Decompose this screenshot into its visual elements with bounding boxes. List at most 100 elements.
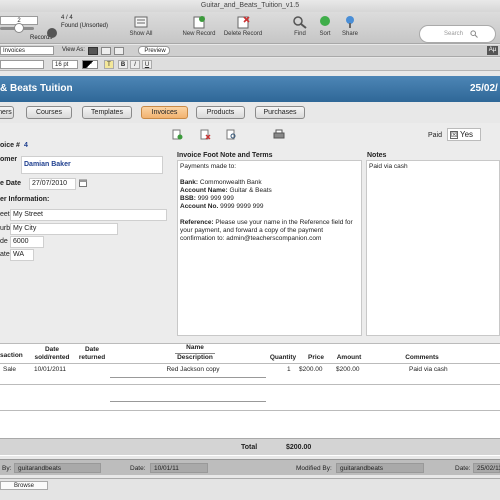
- search-input[interactable]: Search: [419, 25, 496, 43]
- search-icon: [470, 30, 478, 38]
- new-record-label: New Record: [182, 31, 216, 37]
- invoice-date-field[interactable]: 27/07/2010: [29, 178, 76, 190]
- state-label: ate: [0, 251, 10, 258]
- find-button[interactable]: Find: [290, 15, 310, 37]
- footnote-line: Payments made to:: [180, 163, 236, 170]
- paid-field: ☒ Yes: [447, 128, 481, 141]
- created-by-field: guitarandbeats: [14, 463, 101, 473]
- notes-title: Notes: [367, 152, 387, 159]
- view-form-icon[interactable]: [88, 47, 98, 55]
- show-all-button[interactable]: Show All: [126, 15, 156, 37]
- tab-customers[interactable]: mers: [0, 106, 14, 119]
- view-list-icon[interactable]: [101, 47, 111, 55]
- notes-field[interactable]: Paid via cash: [366, 160, 500, 336]
- footnote-panel[interactable]: Payments made to: Bank: Commonwealth Ban…: [177, 160, 362, 336]
- magnifier-icon: [293, 16, 307, 29]
- italic-button[interactable]: I: [130, 60, 140, 69]
- view-as-label: View As:: [62, 47, 85, 53]
- postcode-label: de: [0, 238, 8, 245]
- find-label: Find: [294, 31, 306, 37]
- preview-button[interactable]: Preview: [138, 46, 170, 55]
- delete-record-icon: [237, 16, 250, 29]
- col-header-date-returned: Date returned: [78, 346, 106, 361]
- text-color-swatch[interactable]: [82, 60, 98, 69]
- row-date-sold: 10/01/2011: [34, 366, 67, 373]
- invoice-number: 4: [24, 142, 28, 149]
- paid-checkbox[interactable]: ☒: [450, 131, 458, 139]
- record-slider-knob[interactable]: [14, 23, 24, 33]
- footnote-line: Reference: Please use your name in the R…: [180, 219, 353, 226]
- sort-label: Sort: [319, 31, 331, 37]
- paid-value: Yes: [460, 130, 474, 139]
- sort-button[interactable]: Sort: [316, 15, 334, 37]
- view-table-icon[interactable]: [114, 47, 124, 55]
- row-description: Red Jackson copy: [166, 366, 220, 373]
- share-icon: [346, 16, 354, 28]
- row-price: $200.00: [299, 366, 323, 373]
- print-icon[interactable]: [273, 129, 285, 140]
- state-field[interactable]: WA: [10, 249, 34, 261]
- created-date-field: 10/01/11: [150, 463, 208, 473]
- date-label: e Date: [0, 180, 22, 187]
- total-label: Total: [241, 444, 258, 451]
- tab-purchases[interactable]: Purchases: [255, 106, 305, 119]
- font-size-select[interactable]: 16 pt: [52, 60, 78, 69]
- tab-products[interactable]: Products: [196, 106, 245, 119]
- bold-button[interactable]: B: [118, 60, 128, 69]
- total-value: $200.00: [286, 444, 312, 451]
- col-header-description: Description: [177, 354, 213, 361]
- delete-line-icon[interactable]: [200, 129, 211, 140]
- show-all-label: Show All: [129, 31, 153, 37]
- col-header-amount: Amount: [336, 354, 362, 361]
- found-status: Found (Unsorted): [61, 23, 109, 29]
- tab-courses[interactable]: Courses: [26, 106, 72, 119]
- share-label: Share: [341, 31, 358, 37]
- tab-templates[interactable]: Templates: [82, 106, 132, 119]
- calendar-icon[interactable]: [79, 179, 87, 187]
- invoice-form: oice # 4 omer Damian Baker e Date 27/07/…: [0, 123, 500, 343]
- created-date-label: Date:: [130, 465, 146, 472]
- layout-select[interactable]: Invoices: [0, 46, 54, 55]
- row-quantity: 1: [287, 366, 291, 373]
- mode-select[interactable]: Browse: [0, 481, 48, 490]
- share-button[interactable]: Share: [340, 15, 360, 37]
- row-transaction: Sale: [3, 366, 17, 373]
- col-header-comments: Comments: [405, 354, 439, 361]
- row-amount: $200.00: [336, 366, 360, 373]
- add-line-icon[interactable]: [172, 129, 183, 140]
- street-field[interactable]: My Street: [10, 209, 167, 221]
- footnote-title: Invoice Foot Note and Terms: [177, 152, 273, 159]
- highlight-button[interactable]: T: [104, 60, 114, 69]
- col-header-date-sold: Date sold/rented: [34, 346, 70, 361]
- modified-date-label: Date:: [455, 465, 471, 472]
- sort-icon: [320, 16, 330, 26]
- layout-bar: Invoices View As: Preview Aµ: [0, 45, 500, 57]
- col-header-transaction: saction: [0, 352, 23, 359]
- customer-field[interactable]: Damian Baker: [21, 156, 163, 174]
- find-product-icon[interactable]: [226, 129, 237, 140]
- show-all-icon: [134, 16, 148, 28]
- delete-record-label: Delete Record: [223, 31, 263, 37]
- header-date: 25/02/: [470, 83, 498, 94]
- col-header-name: Name: [186, 344, 204, 351]
- delete-record-button[interactable]: Delete Record: [220, 15, 266, 37]
- new-record-icon: [193, 16, 205, 29]
- postcode-field[interactable]: 6000: [10, 236, 44, 248]
- row-comments: Paid via cash: [409, 366, 448, 373]
- modified-by-label: Modified By:: [296, 465, 332, 472]
- found-pie-icon: [47, 28, 57, 38]
- paid-label: Paid: [428, 132, 443, 139]
- new-record-button[interactable]: New Record: [178, 15, 220, 37]
- footnote-line: Account Name: Guitar & Beats: [180, 187, 272, 194]
- street-label: eet: [0, 211, 10, 218]
- font-select[interactable]: [0, 60, 44, 69]
- tab-invoices[interactable]: Invoices: [141, 106, 188, 119]
- app-header: & Beats Tuition 25/02/: [0, 76, 500, 102]
- suburb-label: urb: [0, 225, 11, 232]
- created-by-label: By:: [2, 465, 12, 472]
- formatting-bar-toggle[interactable]: Aµ: [487, 46, 498, 55]
- suburb-field[interactable]: My City: [10, 223, 118, 235]
- format-bar: 16 pt T B I U: [0, 58, 500, 71]
- underline-button[interactable]: U: [142, 60, 152, 69]
- found-count: 4 / 4: [61, 15, 73, 21]
